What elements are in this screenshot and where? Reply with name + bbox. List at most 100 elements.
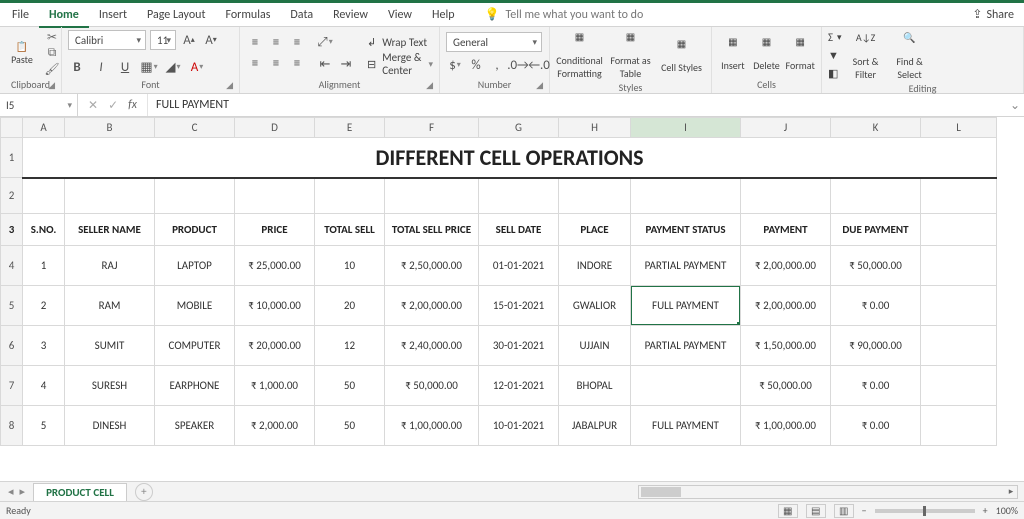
dialog-launcher-icon[interactable]: ◢ xyxy=(226,80,233,91)
clear-button[interactable]: ◧ xyxy=(828,65,842,81)
row-header[interactable]: 3 xyxy=(1,214,23,246)
add-sheet-button[interactable]: + xyxy=(135,483,153,501)
cell[interactable]: ₹ 50,000.00 xyxy=(741,366,831,406)
cell[interactable]: ₹ 0.00 xyxy=(831,406,921,446)
column-header[interactable]: J xyxy=(741,118,831,138)
cell[interactable] xyxy=(921,178,997,214)
border-button[interactable]: ▦ xyxy=(140,58,158,76)
row-header[interactable]: 6 xyxy=(1,326,23,366)
cell[interactable]: PARTIAL PAYMENT xyxy=(631,326,741,366)
cell[interactable]: 50 xyxy=(315,406,385,446)
menu-insert[interactable]: Insert xyxy=(89,4,137,26)
comma-button[interactable]: , xyxy=(488,56,506,74)
cell[interactable] xyxy=(315,178,385,214)
cell[interactable]: ₹ 2,00,000.00 xyxy=(385,286,479,326)
cell[interactable]: LAPTOP xyxy=(155,246,235,286)
column-header[interactable]: A xyxy=(23,118,65,138)
cell[interactable]: FULL PAYMENT xyxy=(631,406,741,446)
column-header[interactable]: C xyxy=(155,118,235,138)
tell-me-search[interactable]: 💡 Tell me what you want to do xyxy=(485,7,644,22)
menu-formulas[interactable]: Formulas xyxy=(215,4,280,26)
cell[interactable] xyxy=(235,178,315,214)
bold-button[interactable]: B xyxy=(68,58,86,76)
enter-icon[interactable]: ✓ xyxy=(108,98,118,113)
cell[interactable]: 10-01-2021 xyxy=(479,406,559,446)
font-size-combo[interactable]: 11 xyxy=(150,30,176,50)
dialog-launcher-icon[interactable]: ◢ xyxy=(536,80,543,91)
cell[interactable] xyxy=(559,178,631,214)
cell[interactable]: 20 xyxy=(315,286,385,326)
cell[interactable]: JABALPUR xyxy=(559,406,631,446)
menu-file[interactable]: File xyxy=(2,4,39,26)
sheet-tab[interactable]: PRODUCT CELL xyxy=(33,483,127,501)
decrease-decimal-button[interactable]: ←.0 xyxy=(530,56,548,74)
row-header[interactable]: 4 xyxy=(1,246,23,286)
zoom-level[interactable]: 100% xyxy=(996,504,1018,517)
row-header[interactable]: 7 xyxy=(1,366,23,406)
cell[interactable]: ₹ 2,40,000.00 xyxy=(385,326,479,366)
cell[interactable]: BHOPAL xyxy=(559,366,631,406)
scroll-right-icon[interactable]: ▸ xyxy=(1004,486,1018,498)
title-cell[interactable]: DIFFERENT CELL OPERATIONS xyxy=(23,138,997,178)
align-left-button[interactable]: ≡ xyxy=(246,55,264,73)
orientation-button[interactable]: ⤢ xyxy=(316,33,334,51)
format-cells-button[interactable]: ▦Format xyxy=(785,34,815,72)
normal-view-button[interactable]: ▦ xyxy=(778,504,798,518)
header-cell[interactable]: SELL DATE xyxy=(479,214,559,246)
align-middle-button[interactable]: ≡ xyxy=(267,34,285,52)
header-cell[interactable]: DUE PAYMENT xyxy=(831,214,921,246)
increase-decimal-button[interactable]: .0→ xyxy=(509,56,527,74)
share-button[interactable]: ⇪ Share xyxy=(972,7,1014,22)
cell[interactable]: COMPUTER xyxy=(155,326,235,366)
cell[interactable]: 15-01-2021 xyxy=(479,286,559,326)
insert-cells-button[interactable]: ▦Insert xyxy=(718,34,748,72)
wrap-text-button[interactable]: ↲Wrap Text xyxy=(367,33,433,51)
cell[interactable]: INDORE xyxy=(559,246,631,286)
format-painter-button[interactable]: 🖌 xyxy=(42,62,62,76)
cell[interactable]: 1 xyxy=(23,246,65,286)
page-break-view-button[interactable]: ▥ xyxy=(834,504,854,518)
row-header[interactable]: 1 xyxy=(1,138,23,178)
tab-nav-prev-icon[interactable]: ◂ xyxy=(8,485,14,498)
menu-data[interactable]: Data xyxy=(280,4,323,26)
zoom-in-button[interactable]: + xyxy=(983,504,988,517)
cell[interactable]: SUMIT xyxy=(65,326,155,366)
cell[interactable]: 12-01-2021 xyxy=(479,366,559,406)
increase-indent-button[interactable]: ⇥ xyxy=(337,55,355,73)
cell[interactable]: 3 xyxy=(23,326,65,366)
cell[interactable]: ₹ 0.00 xyxy=(831,286,921,326)
cell[interactable]: RAM xyxy=(65,286,155,326)
header-cell[interactable]: TOTAL SELL xyxy=(315,214,385,246)
underline-button[interactable]: U xyxy=(116,58,134,76)
cell[interactable]: ₹ 1,00,000.00 xyxy=(741,406,831,446)
sort-filter-button[interactable]: A↓ZSort & Filter xyxy=(846,30,886,81)
cell[interactable]: ₹ 0.00 xyxy=(831,366,921,406)
page-layout-view-button[interactable]: ▤ xyxy=(806,504,826,518)
dialog-launcher-icon[interactable]: ◢ xyxy=(426,80,433,91)
cell[interactable]: ₹ 2,00,000.00 xyxy=(741,286,831,326)
cell[interactable]: ₹ 25,000.00 xyxy=(235,246,315,286)
horizontal-scrollbar[interactable]: ◂ ▸ xyxy=(638,485,1018,499)
cell[interactable]: ₹ 50,000.00 xyxy=(385,366,479,406)
format-as-table-button[interactable]: ▦Format as Table xyxy=(607,29,654,80)
cell[interactable]: ₹ 50,000.00 xyxy=(831,246,921,286)
cell[interactable]: ₹ 1,000.00 xyxy=(235,366,315,406)
cell[interactable] xyxy=(921,366,997,406)
cut-button[interactable]: ✂ xyxy=(42,30,62,44)
formula-input[interactable]: FULL PAYMENT xyxy=(147,94,1006,116)
align-right-button[interactable]: ≡ xyxy=(288,55,306,73)
menu-page-layout[interactable]: Page Layout xyxy=(137,4,215,26)
cell[interactable]: 5 xyxy=(23,406,65,446)
zoom-out-button[interactable]: − xyxy=(862,504,867,517)
column-header[interactable]: L xyxy=(921,118,997,138)
cell[interactable]: ₹ 2,000.00 xyxy=(235,406,315,446)
cell[interactable] xyxy=(631,178,741,214)
cell[interactable] xyxy=(741,178,831,214)
autosum-button[interactable]: Σ▾ xyxy=(828,29,842,45)
cell[interactable] xyxy=(921,406,997,446)
paste-button[interactable]: 📋 Paste xyxy=(6,35,38,71)
merge-center-button[interactable]: ⊟Merge & Center▾ xyxy=(367,55,433,73)
cell[interactable]: ₹ 1,00,000.00 xyxy=(385,406,479,446)
font-name-combo[interactable]: Calibri xyxy=(68,30,146,50)
row-header[interactable]: 2 xyxy=(1,178,23,214)
